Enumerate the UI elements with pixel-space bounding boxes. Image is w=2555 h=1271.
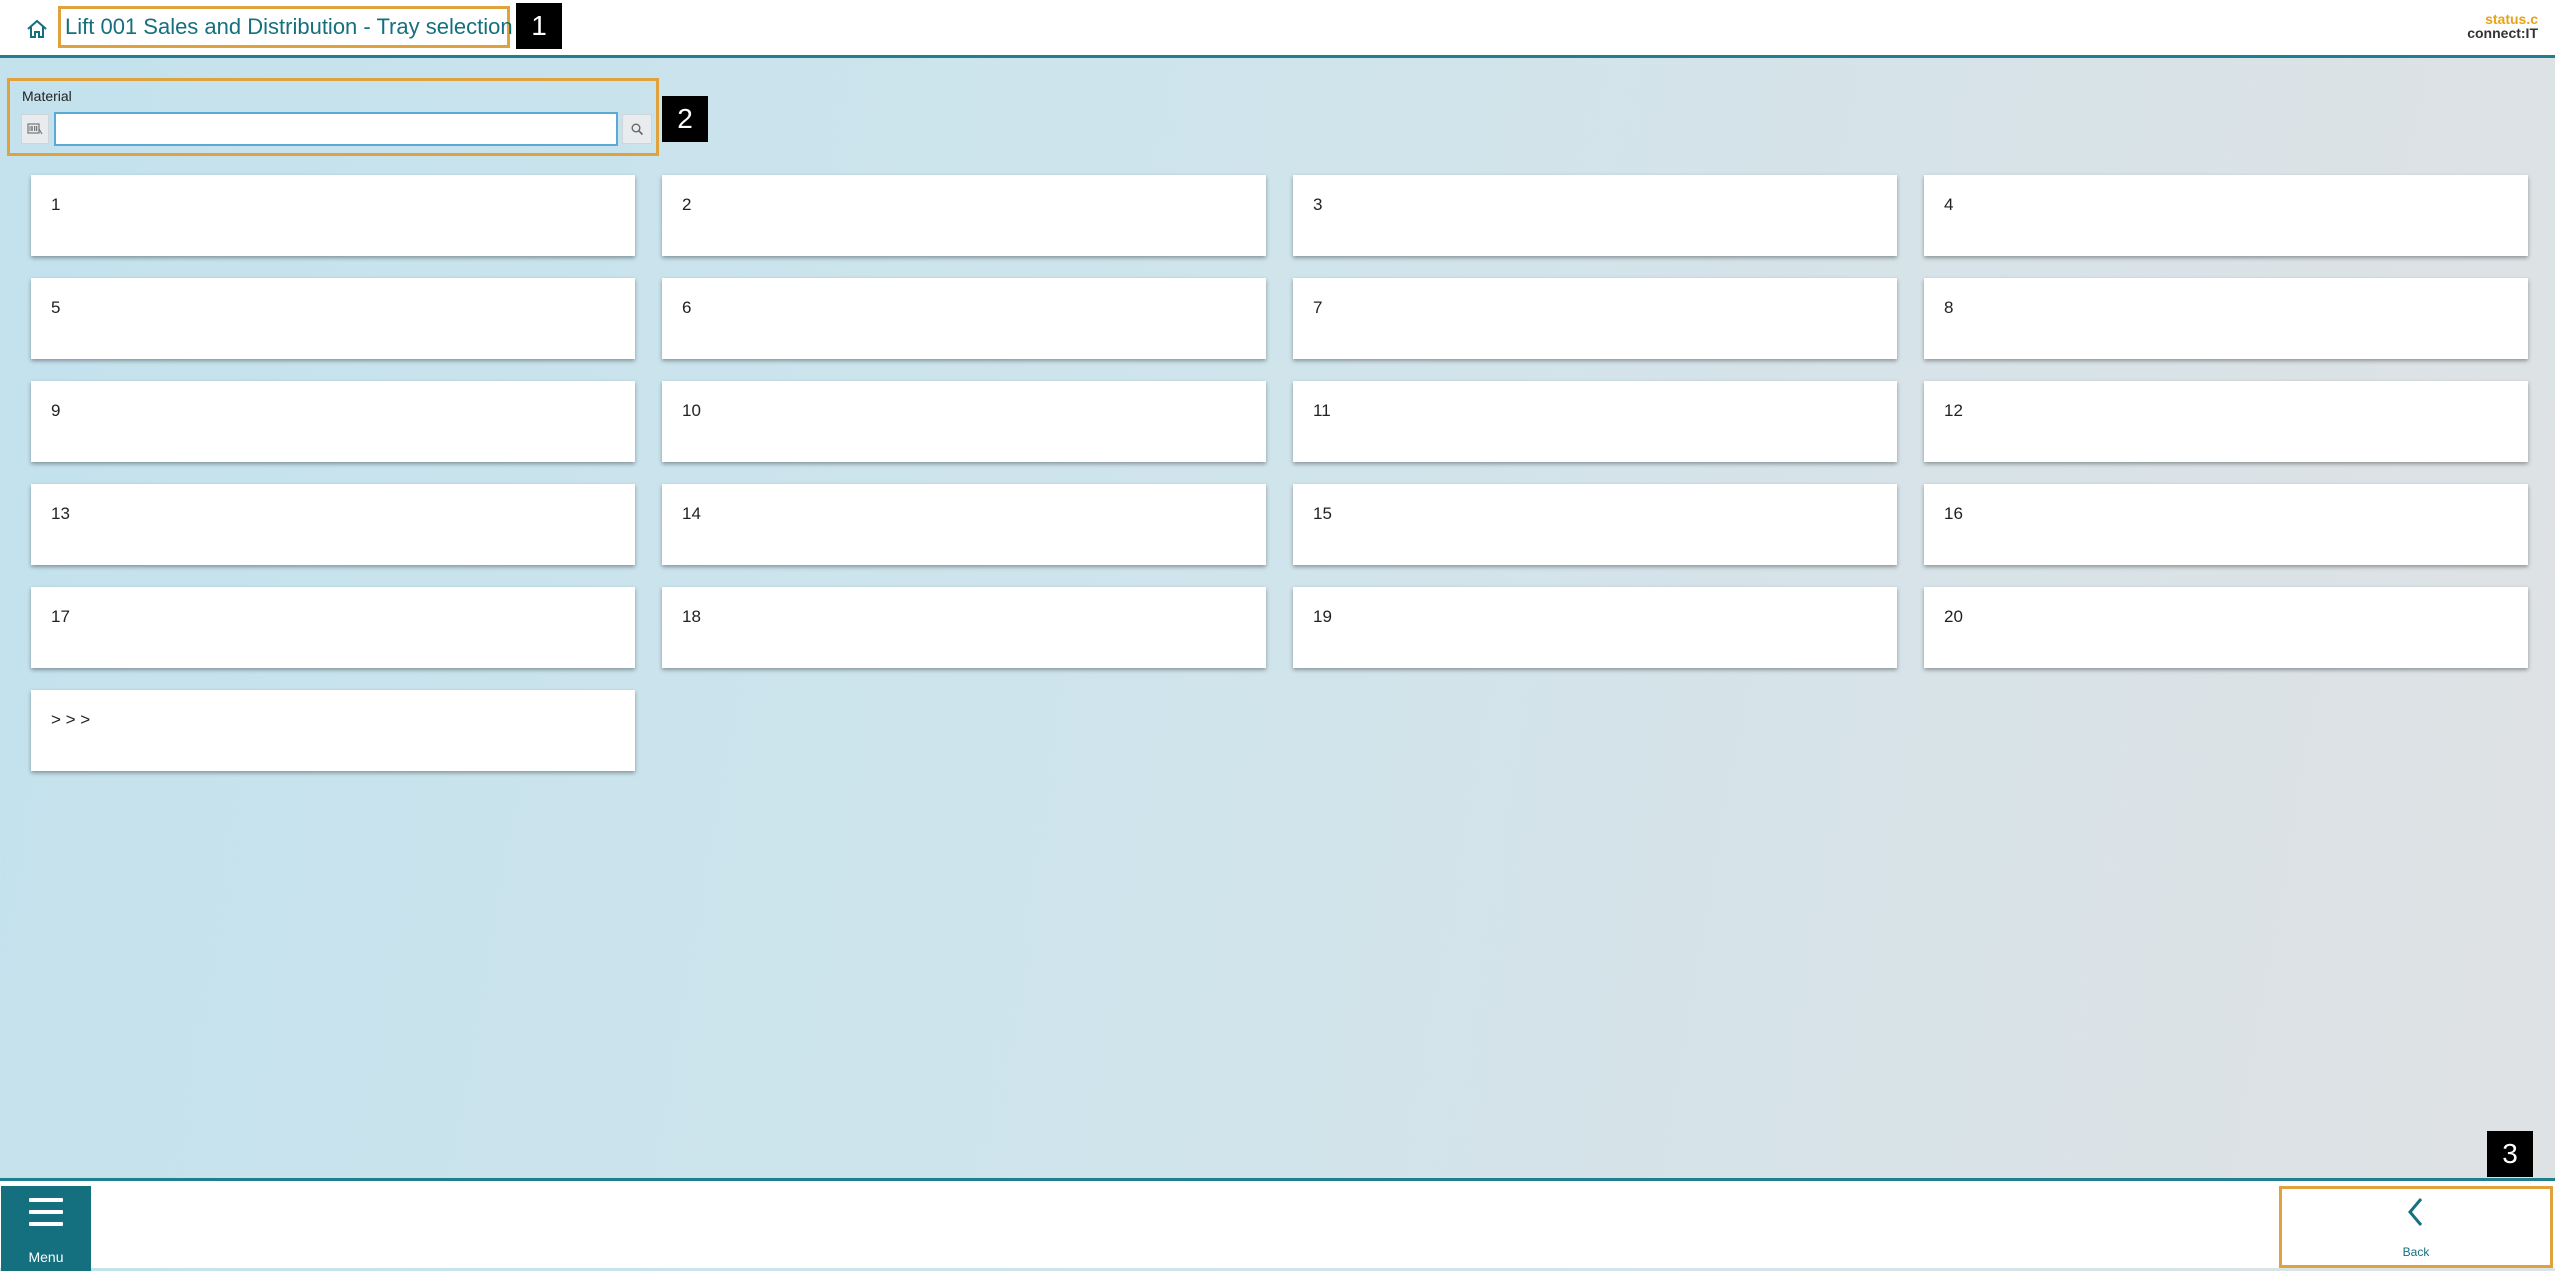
tray-label: 16 [1944,504,1963,523]
menu-label: Menu [28,1249,64,1265]
annotation-marker-2: 2 [662,96,708,142]
home-icon[interactable] [24,16,50,42]
tray-label: 10 [682,401,701,420]
page-title: Lift 001 Sales and Distribution - Tray s… [65,14,513,39]
tray-label: 6 [682,298,692,317]
tray-label: 1 [51,195,61,214]
tray-label: 5 [51,298,61,317]
material-label: Material [22,88,72,104]
menu-button[interactable]: Menu [1,1186,91,1271]
back-label: Back [2402,1245,2430,1259]
search-icon[interactable] [622,114,652,144]
tray-tile[interactable]: 4 [1924,175,2528,256]
tray-tile[interactable]: 20 [1924,587,2528,668]
annotation-marker-1: 1 [516,3,562,49]
tray-tile[interactable]: 5 [31,278,635,359]
tray-tile[interactable]: 19 [1293,587,1897,668]
annotation-marker-3: 3 [2487,1131,2533,1177]
tray-label: 4 [1944,195,1954,214]
tray-grid: 1 2 3 4 5 6 7 8 9 10 11 12 13 14 15 16 1… [31,175,2529,771]
tray-tile[interactable]: 15 [1293,484,1897,565]
tray-tile[interactable]: 11 [1293,381,1897,462]
tray-tile[interactable]: 6 [662,278,1266,359]
tray-tile[interactable]: 1 [31,175,635,256]
tray-label: 7 [1313,298,1323,317]
tray-label: 19 [1313,607,1332,626]
tray-tile[interactable]: 3 [1293,175,1897,256]
tray-tile[interactable]: 18 [662,587,1266,668]
tray-tile[interactable]: 13 [31,484,635,565]
hamburger-menu-icon [29,1198,63,1234]
tray-tile[interactable]: 2 [662,175,1266,256]
app-header: Lift 001 Sales and Distribution - Tray s… [0,0,2555,58]
app-footer: Menu Back [0,1178,2555,1271]
tray-tile[interactable]: 14 [662,484,1266,565]
tray-label: 14 [682,504,701,523]
tray-tile[interactable]: 10 [662,381,1266,462]
material-input[interactable] [54,112,618,146]
chevron-left-icon [2408,1198,2423,1226]
tray-label: 20 [1944,607,1963,626]
brand-line-2: connect:IT [2467,25,2538,41]
tray-label: 18 [682,607,701,626]
tray-tile[interactable]: 8 [1924,278,2528,359]
tray-tile[interactable]: 12 [1924,381,2528,462]
page-title-box: Lift 001 Sales and Distribution - Tray s… [58,6,513,48]
brand-line-1: status.c [2485,11,2538,27]
tray-label: 17 [51,607,70,626]
tray-tile[interactable]: 17 [31,587,635,668]
brand-logo: status.c connect:IT [2467,12,2538,40]
tray-tile[interactable]: 7 [1293,278,1897,359]
next-page-label: > > > [51,710,91,729]
tray-label: 2 [682,195,692,214]
tray-label: 9 [51,401,61,420]
tray-label: 11 [1313,401,1331,420]
next-page-tile[interactable]: > > > [31,690,635,771]
tray-tile[interactable]: 16 [1924,484,2528,565]
material-search-group: Material [7,78,659,156]
back-button[interactable]: Back [2279,1186,2553,1268]
tray-label: 3 [1313,195,1323,214]
tray-tile[interactable]: 9 [31,381,635,462]
tray-label: 12 [1944,401,1963,420]
tray-label: 13 [51,504,70,523]
tray-label: 15 [1313,504,1332,523]
tray-label: 8 [1944,298,1954,317]
barcode-scan-icon[interactable] [21,114,49,144]
